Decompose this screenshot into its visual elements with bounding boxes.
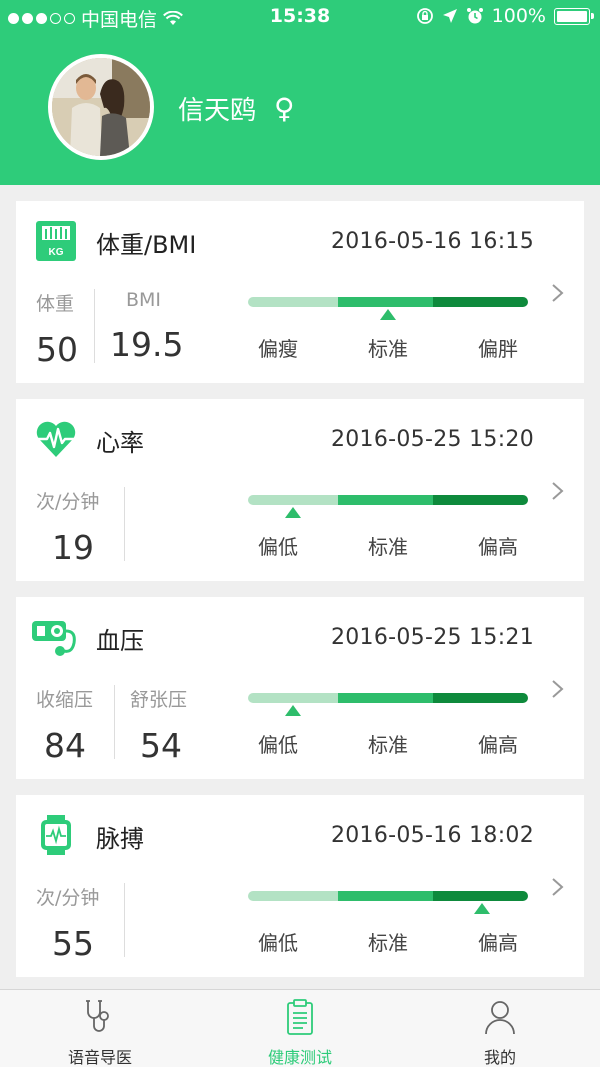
gauge-label-normal: 标准 <box>368 733 408 757</box>
card-pulse[interactable]: 脉搏 2016-05-16 18:02 次/分钟 55 偏低 标准 偏高 <box>16 795 584 977</box>
gauge-label-high: 偏高 <box>478 535 518 559</box>
chevron-right-icon[interactable] <box>550 283 566 303</box>
level-gauge <box>248 297 528 307</box>
rotation-lock-icon <box>416 8 433 24</box>
level-gauge <box>248 891 528 901</box>
status-bar: 中国电信 15:38 100% <box>0 0 600 34</box>
level-gauge <box>248 693 528 703</box>
chevron-right-icon[interactable] <box>550 679 566 699</box>
card-time: 2016-05-25 15:21 <box>330 625 534 650</box>
card-time: 2016-05-16 18:02 <box>330 823 534 848</box>
gauge-label-low: 偏瘦 <box>258 337 298 361</box>
divider <box>114 685 115 759</box>
metric-pulse: 次/分钟 55 <box>36 887 100 963</box>
metric-bmi: BMI 19.5 <box>110 289 184 364</box>
tab-label: 语音导医 <box>67 1048 132 1067</box>
metric-diastolic: 舒张压 54 <box>130 689 188 765</box>
tab-label: 我的 <box>483 1048 516 1067</box>
card-time: 2016-05-16 16:15 <box>330 229 534 254</box>
metric-heart-rate: 次/分钟 19 <box>36 491 100 567</box>
scale-kg-icon: KG <box>36 221 76 261</box>
card-title: 脉搏 <box>96 825 144 853</box>
gauge-label-normal: 标准 <box>368 337 408 361</box>
gauge-label-low: 偏低 <box>258 535 298 559</box>
gender-female-icon: ♀ <box>274 92 295 125</box>
gauge-label-low: 偏低 <box>258 931 298 955</box>
level-marker <box>285 507 301 518</box>
metric-systolic: 收缩压 84 <box>36 689 94 765</box>
card-heart-rate[interactable]: 心率 2016-05-25 15:20 次/分钟 19 偏低 标准 偏高 <box>16 399 584 581</box>
tab-bar: 语音导医 健康测试 我的 <box>0 989 600 1067</box>
chevron-right-icon[interactable] <box>550 481 566 501</box>
divider <box>124 487 125 561</box>
clipboard-icon <box>287 999 313 1035</box>
tab-voice-guide[interactable]: 语音导医 <box>0 990 200 1067</box>
level-marker <box>285 705 301 716</box>
smartwatch-pulse-icon <box>41 815 71 855</box>
battery-percent: 100% <box>491 5 546 27</box>
gauge-label-normal: 标准 <box>368 931 408 955</box>
divider <box>94 289 95 363</box>
card-title: 血压 <box>96 627 144 655</box>
svg-text:KG: KG <box>49 247 64 258</box>
alarm-icon <box>466 8 483 24</box>
metric-weight: 体重 50 <box>36 293 78 369</box>
gauge-label-high: 偏高 <box>478 733 518 757</box>
person-icon <box>485 1001 515 1035</box>
location-icon <box>442 9 457 23</box>
gauge-label-normal: 标准 <box>368 535 408 559</box>
stethoscope-icon <box>86 1000 109 1032</box>
level-gauge <box>248 495 528 505</box>
card-title: 体重/BMI <box>96 231 197 259</box>
user-name: 信天鸥 <box>178 96 257 126</box>
avatar[interactable] <box>48 54 154 160</box>
gauge-label-high: 偏胖 <box>478 337 518 361</box>
card-blood-pressure[interactable]: 血压 2016-05-25 15:21 收缩压 84 舒张压 54 偏低 标准 … <box>16 597 584 779</box>
blood-pressure-cuff-icon <box>32 621 76 656</box>
tab-health-test[interactable]: 健康测试 <box>200 990 400 1067</box>
card-title: 心率 <box>96 429 144 457</box>
level-marker <box>474 903 490 914</box>
chevron-right-icon[interactable] <box>550 877 566 897</box>
gauge-label-low: 偏低 <box>258 733 298 757</box>
card-time: 2016-05-25 15:20 <box>330 427 534 452</box>
gauge-label-high: 偏高 <box>478 931 518 955</box>
battery-icon <box>554 7 594 25</box>
profile-header: 中国电信 15:38 100% 信天鸥 ♀ <box>0 0 600 185</box>
tab-mine[interactable]: 我的 <box>400 990 600 1067</box>
divider <box>124 883 125 957</box>
tab-label: 健康测试 <box>267 1048 332 1067</box>
heart-pulse-icon <box>36 421 76 457</box>
card-weight-bmi[interactable]: KG 体重/BMI 2016-05-16 16:15 体重 50 BMI 19.… <box>16 201 584 383</box>
level-marker <box>380 309 396 320</box>
